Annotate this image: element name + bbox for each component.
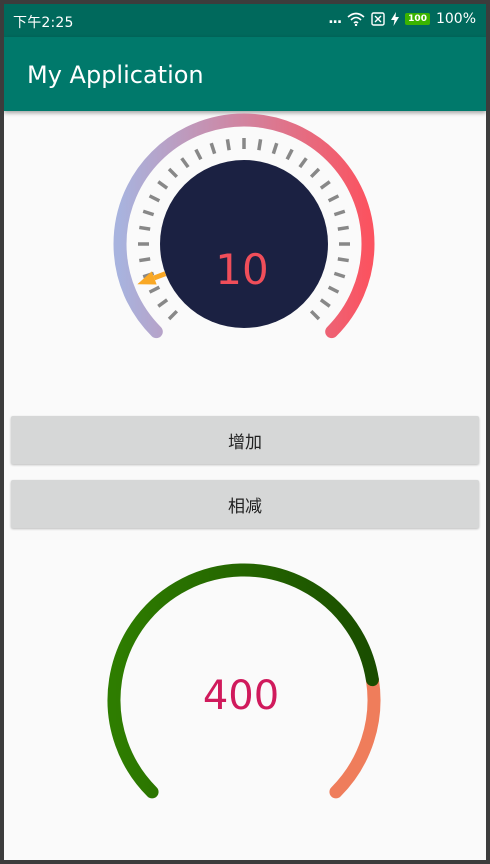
- gauge-dial: [160, 160, 328, 328]
- gauge-tick: [167, 167, 179, 179]
- gauge-tick: [209, 142, 217, 155]
- gauge-tick: [180, 157, 190, 169]
- gauge-progress-arc: [107, 563, 379, 799]
- gauge-tick: [142, 209, 155, 217]
- gauge-tick: [139, 257, 151, 263]
- speed-gauge: 10: [113, 113, 375, 339]
- gauge-tick: [148, 285, 161, 294]
- gauge-tick: [225, 139, 231, 151]
- gauge-tick: [337, 257, 349, 263]
- gauge-tick: [167, 309, 179, 321]
- gauge-tick: [194, 148, 203, 161]
- gauge-remaining-arc: [329, 673, 381, 799]
- gauge-tick: [319, 298, 331, 308]
- gauge-tick: [157, 180, 169, 190]
- gauge-tick: [319, 180, 331, 190]
- gauge-value-bottom: 400: [203, 673, 279, 719]
- gauge-tick: [327, 285, 340, 294]
- gauge-tick: [309, 167, 321, 179]
- gauge-tick: [148, 194, 161, 203]
- gauge-tick: [309, 309, 321, 321]
- gauge-pointer-icon: [137, 271, 167, 285]
- gauge-tick: [333, 271, 346, 279]
- gauge-tick: [327, 194, 340, 203]
- gauge-tick: [139, 225, 151, 231]
- subtract-button[interactable]: 相减: [11, 480, 479, 528]
- gauge-tick: [157, 298, 169, 308]
- gauge-tick: [257, 139, 263, 151]
- gauge-tick: [271, 142, 279, 155]
- gauge-tick: [285, 148, 294, 161]
- add-button[interactable]: 增加: [11, 416, 479, 464]
- app-screen: 下午2:25 ... 100 100% My Application 10 增加…: [4, 4, 486, 860]
- gauge-value: 10: [215, 245, 268, 294]
- gauge-tick: [333, 209, 346, 217]
- gauge-tick: [337, 225, 349, 231]
- gauge-tick: [298, 157, 308, 169]
